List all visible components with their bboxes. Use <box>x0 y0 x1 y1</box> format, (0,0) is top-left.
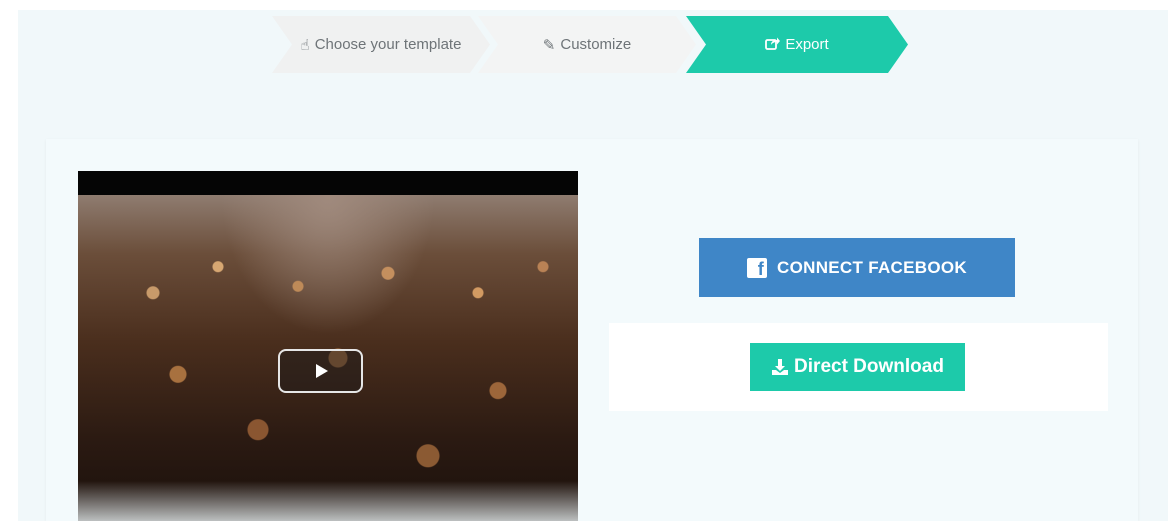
step-label: Choose your template <box>314 36 462 53</box>
play-icon <box>316 364 328 378</box>
direct-download-button[interactable]: Direct Download <box>750 343 965 391</box>
download-icon <box>771 358 789 376</box>
step-choose-template[interactable]: ☝ Choose your template <box>272 16 490 73</box>
edit-icon: ✎ <box>542 36 556 54</box>
video-letterbox <box>78 171 578 195</box>
video-player[interactable] <box>78 171 578 521</box>
share-square-icon <box>765 36 780 54</box>
stepper: ☝ Choose your template ✎ Customize Expor… <box>272 16 912 73</box>
step-export[interactable]: Export <box>686 16 908 73</box>
step-customize[interactable]: ✎ Customize <box>478 16 696 73</box>
connect-facebook-label: CONNECT FACEBOOK <box>777 257 967 277</box>
step-label: Export <box>785 36 829 53</box>
play-button[interactable] <box>278 349 363 393</box>
facebook-icon: f <box>747 257 768 278</box>
hand-pointer-icon: ☝ <box>300 36 310 54</box>
connect-facebook-button[interactable]: f CONNECT FACEBOOK <box>699 238 1015 297</box>
direct-download-label: Direct Download <box>794 356 944 377</box>
step-label: Customize <box>560 36 632 53</box>
